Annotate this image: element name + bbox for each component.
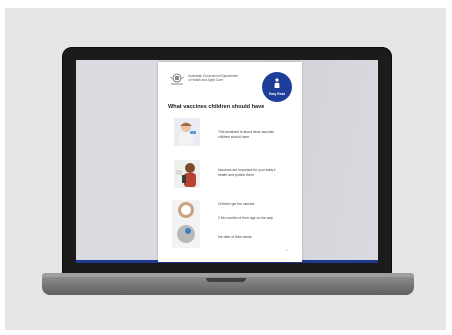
person-icon — [274, 78, 280, 88]
row-text-2: Vaccines are important for your baby's h… — [218, 168, 276, 177]
government-name: Australian Government Department of Heal… — [188, 74, 239, 82]
document-title: What vaccines children should have — [168, 104, 265, 110]
gov-crest-icon — [169, 73, 185, 85]
page-number: 1 — [286, 248, 288, 252]
row-text-3: Children get the vaccine — [218, 202, 255, 206]
photo-children-group — [172, 200, 200, 248]
laptop-notch — [206, 278, 246, 282]
children-photo-image — [177, 202, 195, 243]
row-text-1: This factsheet is about what vaccines ch… — [218, 130, 275, 139]
badge-label: Easy Read — [268, 92, 286, 96]
child-photo-image — [176, 163, 196, 187]
child-photo-image — [179, 122, 196, 146]
row-text-5: the date of their needs — [218, 235, 252, 239]
photo-child-vaccine — [174, 160, 200, 188]
row-text-4: 2 Mo months of their age on the way — [218, 216, 273, 220]
easy-read-badge: Easy Read — [262, 72, 292, 102]
document-page: Australian Government Department of Heal… — [158, 62, 302, 262]
photo-child-bandage — [174, 118, 200, 146]
